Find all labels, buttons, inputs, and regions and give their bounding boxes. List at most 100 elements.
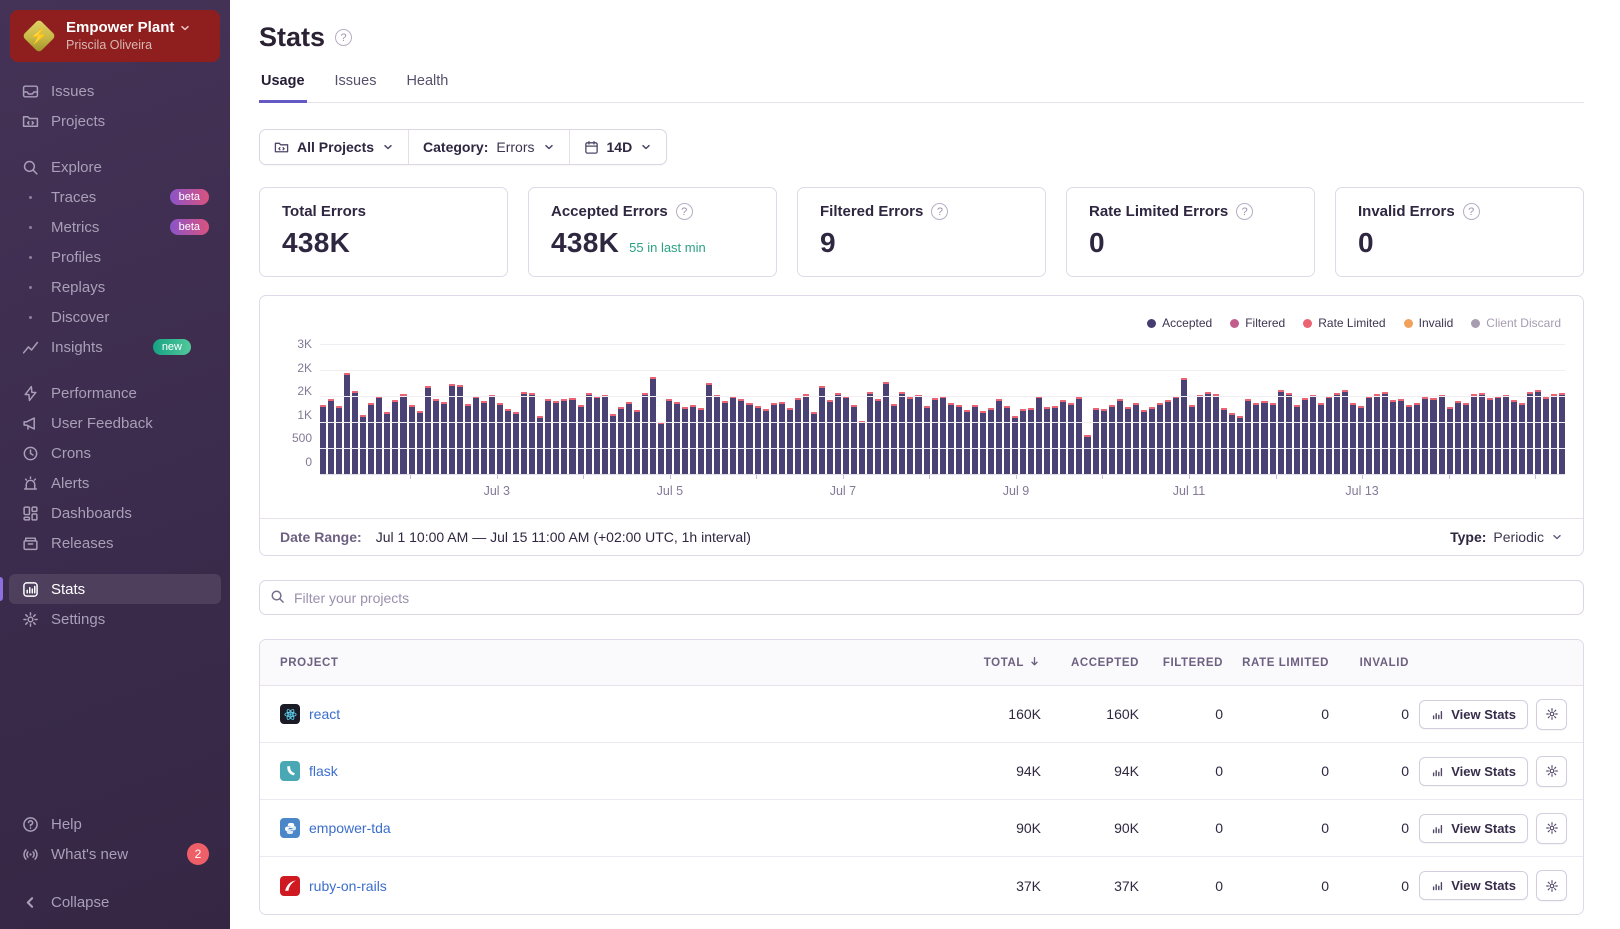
column-header-filtered[interactable]: FILTERED: [1143, 657, 1227, 669]
sidebar-item-projects[interactable]: Projects: [9, 106, 221, 136]
legend-label: Rate Limited: [1318, 316, 1385, 330]
legend-item-rate-limited[interactable]: Rate Limited: [1303, 316, 1385, 330]
sidebar-item-label: Insights: [51, 339, 103, 356]
gridline: [320, 422, 1565, 423]
cell-accepted: 160K: [1045, 706, 1143, 722]
issues-icon: [21, 82, 39, 100]
project-settings-button[interactable]: [1536, 756, 1567, 787]
chart-bar: [449, 384, 455, 474]
chart-bar-cap: [674, 402, 680, 404]
beta-badge: beta: [170, 189, 209, 205]
cell-total: 160K: [953, 706, 1045, 722]
chart-bar: [755, 406, 761, 474]
project-filter-button[interactable]: All Projects: [260, 130, 408, 164]
chart-bar-cap: [1286, 393, 1292, 395]
legend-item-accepted[interactable]: Accepted: [1147, 316, 1212, 330]
sidebar-item-stats[interactable]: Stats: [9, 574, 221, 604]
project-link[interactable]: empower-tda: [309, 820, 391, 836]
tab-issues[interactable]: Issues: [333, 73, 379, 103]
column-header-accepted[interactable]: ACCEPTED: [1045, 657, 1143, 669]
user-feedback-icon: [21, 414, 39, 432]
chart-bar-cap: [1398, 399, 1404, 401]
sidebar-item-profiles[interactable]: Profiles: [9, 242, 221, 272]
org-switcher[interactable]: ⚡ Empower Plant Priscila Oliveira: [10, 10, 220, 62]
project-settings-button[interactable]: [1536, 870, 1567, 901]
table-row-react: react160K160K000View Stats: [260, 686, 1583, 743]
tab-usage[interactable]: Usage: [259, 73, 307, 103]
sidebar-item-alerts[interactable]: Alerts: [9, 468, 221, 498]
cell-rate-limited: 0: [1227, 706, 1333, 722]
project-link[interactable]: flask: [309, 763, 338, 779]
column-header-invalid[interactable]: INVALID: [1333, 657, 1413, 669]
view-stats-label: View Stats: [1451, 878, 1516, 893]
sidebar-item-label: Crons: [51, 445, 91, 462]
legend-item-client-discard[interactable]: Client Discard: [1471, 316, 1561, 330]
sidebar-item-performance[interactable]: Performance: [9, 378, 221, 408]
sidebar-item-settings[interactable]: Settings: [9, 604, 221, 634]
column-header-label: FILTERED: [1163, 657, 1223, 669]
legend-dot-icon: [1404, 319, 1413, 328]
chart-bar: [610, 414, 616, 474]
sidebar-item-dashboards[interactable]: Dashboards: [9, 498, 221, 528]
sidebar-item-label: User Feedback: [51, 415, 153, 432]
column-header-rate-limited[interactable]: RATE LIMITED: [1227, 657, 1333, 669]
view-stats-button[interactable]: View Stats: [1419, 814, 1528, 843]
project-link[interactable]: ruby-on-rails: [309, 878, 387, 894]
view-stats-button[interactable]: View Stats: [1419, 757, 1528, 786]
sidebar-item-insights[interactable]: Insightsnew: [9, 332, 221, 362]
chart-bar: [1422, 397, 1428, 474]
sidebar-item-collapse[interactable]: Collapse: [9, 887, 221, 917]
page-help-icon[interactable]: ?: [335, 29, 352, 46]
category-filter-button[interactable]: Category: Errors: [408, 130, 568, 164]
chart-bar-cap: [1084, 435, 1090, 437]
help-icon[interactable]: ?: [1236, 203, 1253, 220]
sidebar-item-replays[interactable]: Replays: [9, 272, 221, 302]
sidebar-item-discover[interactable]: Discover: [9, 302, 221, 332]
chart-bar-cap: [1109, 405, 1115, 407]
sidebar-item-help[interactable]: Help: [9, 809, 221, 839]
sidebar-item-traces[interactable]: Tracesbeta: [9, 182, 221, 212]
type-dropdown[interactable]: Type: Periodic: [1450, 529, 1563, 545]
column-header-total[interactable]: TOTAL: [953, 655, 1045, 671]
sidebar-item-releases[interactable]: Releases: [9, 528, 221, 558]
sidebar-item-explore[interactable]: Explore: [9, 152, 221, 182]
chart-bar: [980, 411, 986, 474]
chart-bar-cap: [899, 392, 905, 394]
sidebar-item-issues[interactable]: Issues: [9, 76, 221, 106]
chart-bar-cap: [505, 409, 511, 411]
chart-bar: [433, 399, 439, 474]
view-stats-button[interactable]: View Stats: [1419, 871, 1528, 900]
chart-bar-cap: [569, 398, 575, 400]
chart-bar: [553, 401, 559, 474]
chart-bar: [956, 405, 962, 474]
view-stats-button[interactable]: View Stats: [1419, 700, 1528, 729]
sidebar-nav: IssuesProjects ExploreTracesbetaMetricsbe…: [0, 76, 230, 809]
calendar-icon: [584, 140, 599, 155]
help-icon[interactable]: ?: [676, 203, 693, 220]
sidebar-item-crons[interactable]: Crons: [9, 438, 221, 468]
project-settings-button[interactable]: [1536, 813, 1567, 844]
help-icon[interactable]: ?: [931, 203, 948, 220]
chart-bar: [1447, 407, 1453, 474]
sidebar-item-what-s-new[interactable]: What's new2: [9, 839, 221, 869]
project-search-input[interactable]: [259, 580, 1584, 615]
help-icon[interactable]: ?: [1463, 203, 1480, 220]
tab-health[interactable]: Health: [404, 73, 450, 103]
sidebar-item-user-feedback[interactable]: User Feedback: [9, 408, 221, 438]
project-settings-button[interactable]: [1536, 699, 1567, 730]
date-range-button[interactable]: 14D: [569, 130, 667, 164]
stat-card-value: 438K: [551, 227, 619, 259]
project-link[interactable]: react: [309, 706, 340, 722]
chart-bar: [376, 396, 382, 474]
chart-bar: [867, 392, 873, 474]
alerts-icon: [21, 474, 39, 492]
legend-item-filtered[interactable]: Filtered: [1230, 316, 1285, 330]
chart-bar: [690, 405, 696, 474]
legend-item-invalid[interactable]: Invalid: [1404, 316, 1454, 330]
legend-label: Accepted: [1162, 316, 1212, 330]
sidebar-item-metrics[interactable]: Metricsbeta: [9, 212, 221, 242]
column-header-project[interactable]: PROJECT: [260, 657, 953, 669]
chart-bar: [425, 386, 431, 474]
chart-bar-cap: [578, 405, 584, 407]
chart-bar-cap: [1358, 406, 1364, 408]
